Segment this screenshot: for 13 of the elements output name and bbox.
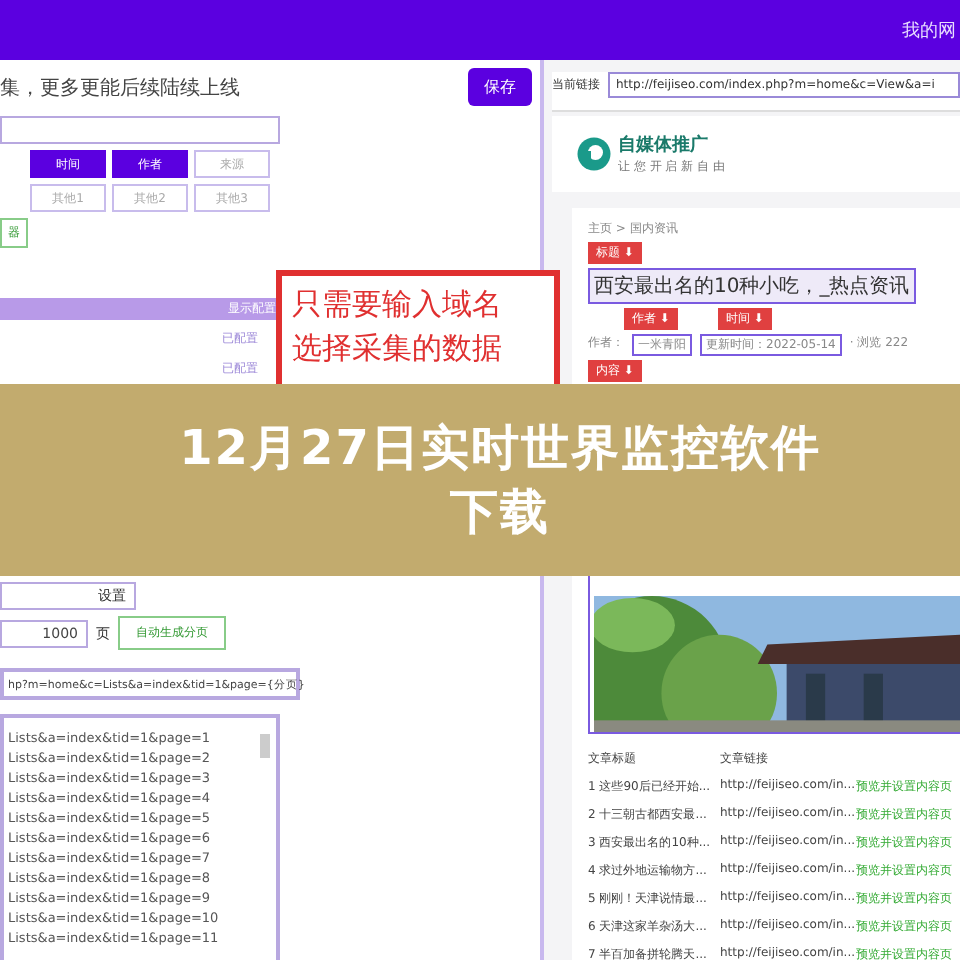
scrollbar[interactable] [260,734,270,758]
save-button[interactable]: 保存 [468,68,532,106]
input-field[interactable] [0,116,280,144]
heading: 集，更多更能后续陆续上线 [0,75,240,101]
callout-line: 只需要输入域名 [292,284,502,324]
logo-text: 自媒体推广 [618,132,710,158]
url-list-box[interactable] [0,714,280,960]
banner-title: 下载 [450,482,550,544]
callout-line: 选择采集的数据 [292,328,502,368]
banner-title: 12月27日实时世界监控软件 [179,418,821,480]
logo-icon [576,136,612,172]
top-bar-text: 我的网 [902,19,958,43]
article-title: 西安最出名的10种小吃，_热点资讯 [588,268,916,304]
